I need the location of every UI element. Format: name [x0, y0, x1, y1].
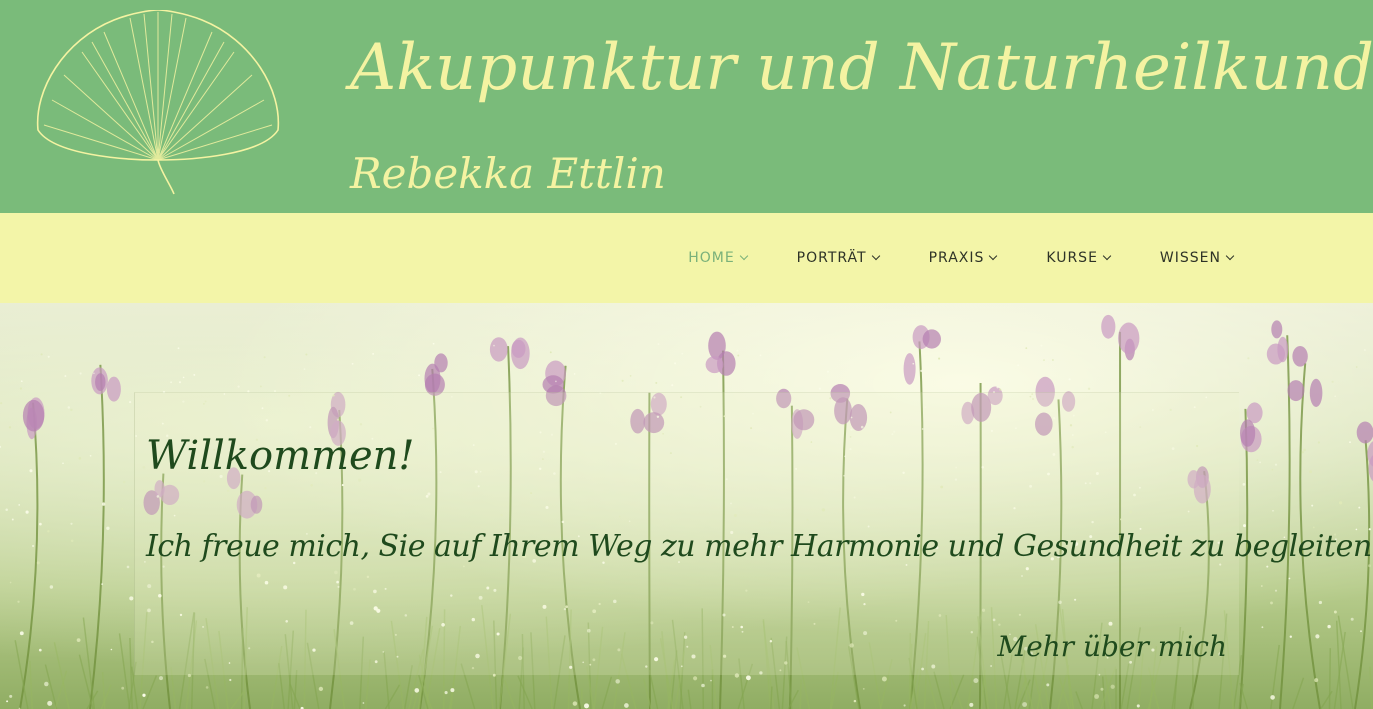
nav-item-label: WISSEN [1159, 250, 1221, 266]
site-subtitle: Rebekka Ettlin [350, 149, 666, 198]
welcome-text: Ich freue mich, Sie auf Ihrem Weg zu meh… [146, 529, 1373, 564]
site-title[interactable]: Akupunktur und Naturheilkunde [350, 18, 1373, 118]
nav-item-home[interactable]: HOME [688, 250, 748, 266]
welcome-heading: Willkommen! [146, 433, 415, 479]
nav-menu: HOME PORTRÄT PRAXIS KURSE WISSEN [638, 213, 1235, 303]
site-header: Akupunktur und Naturheilkunde Rebekka Et… [0, 0, 1373, 213]
nav-item-label: HOME [688, 250, 735, 266]
chevron-down-icon [739, 251, 748, 261]
about-me-link[interactable]: Mehr über mich [997, 630, 1227, 663]
chevron-down-icon [871, 251, 880, 261]
nav-item-praxis[interactable]: PRAXIS [928, 250, 998, 266]
hero-section: Willkommen! Ich freue mich, Sie auf Ihre… [0, 303, 1373, 709]
main-navigation: HOME PORTRÄT PRAXIS KURSE WISSEN [0, 213, 1373, 303]
chevron-down-icon [1225, 251, 1235, 261]
nav-item-label: PRAXIS [928, 250, 985, 266]
nav-item-kurse[interactable]: KURSE [1046, 250, 1112, 266]
nav-item-wissen[interactable]: WISSEN [1159, 250, 1235, 266]
chevron-down-icon [1102, 251, 1112, 261]
chevron-down-icon [989, 251, 998, 261]
nav-item-label: PORTRÄT [796, 250, 867, 266]
nav-item-label: KURSE [1046, 250, 1098, 266]
nav-item-portraet[interactable]: PORTRÄT [796, 250, 880, 266]
ginkgo-leaf-icon[interactable] [34, 10, 282, 196]
